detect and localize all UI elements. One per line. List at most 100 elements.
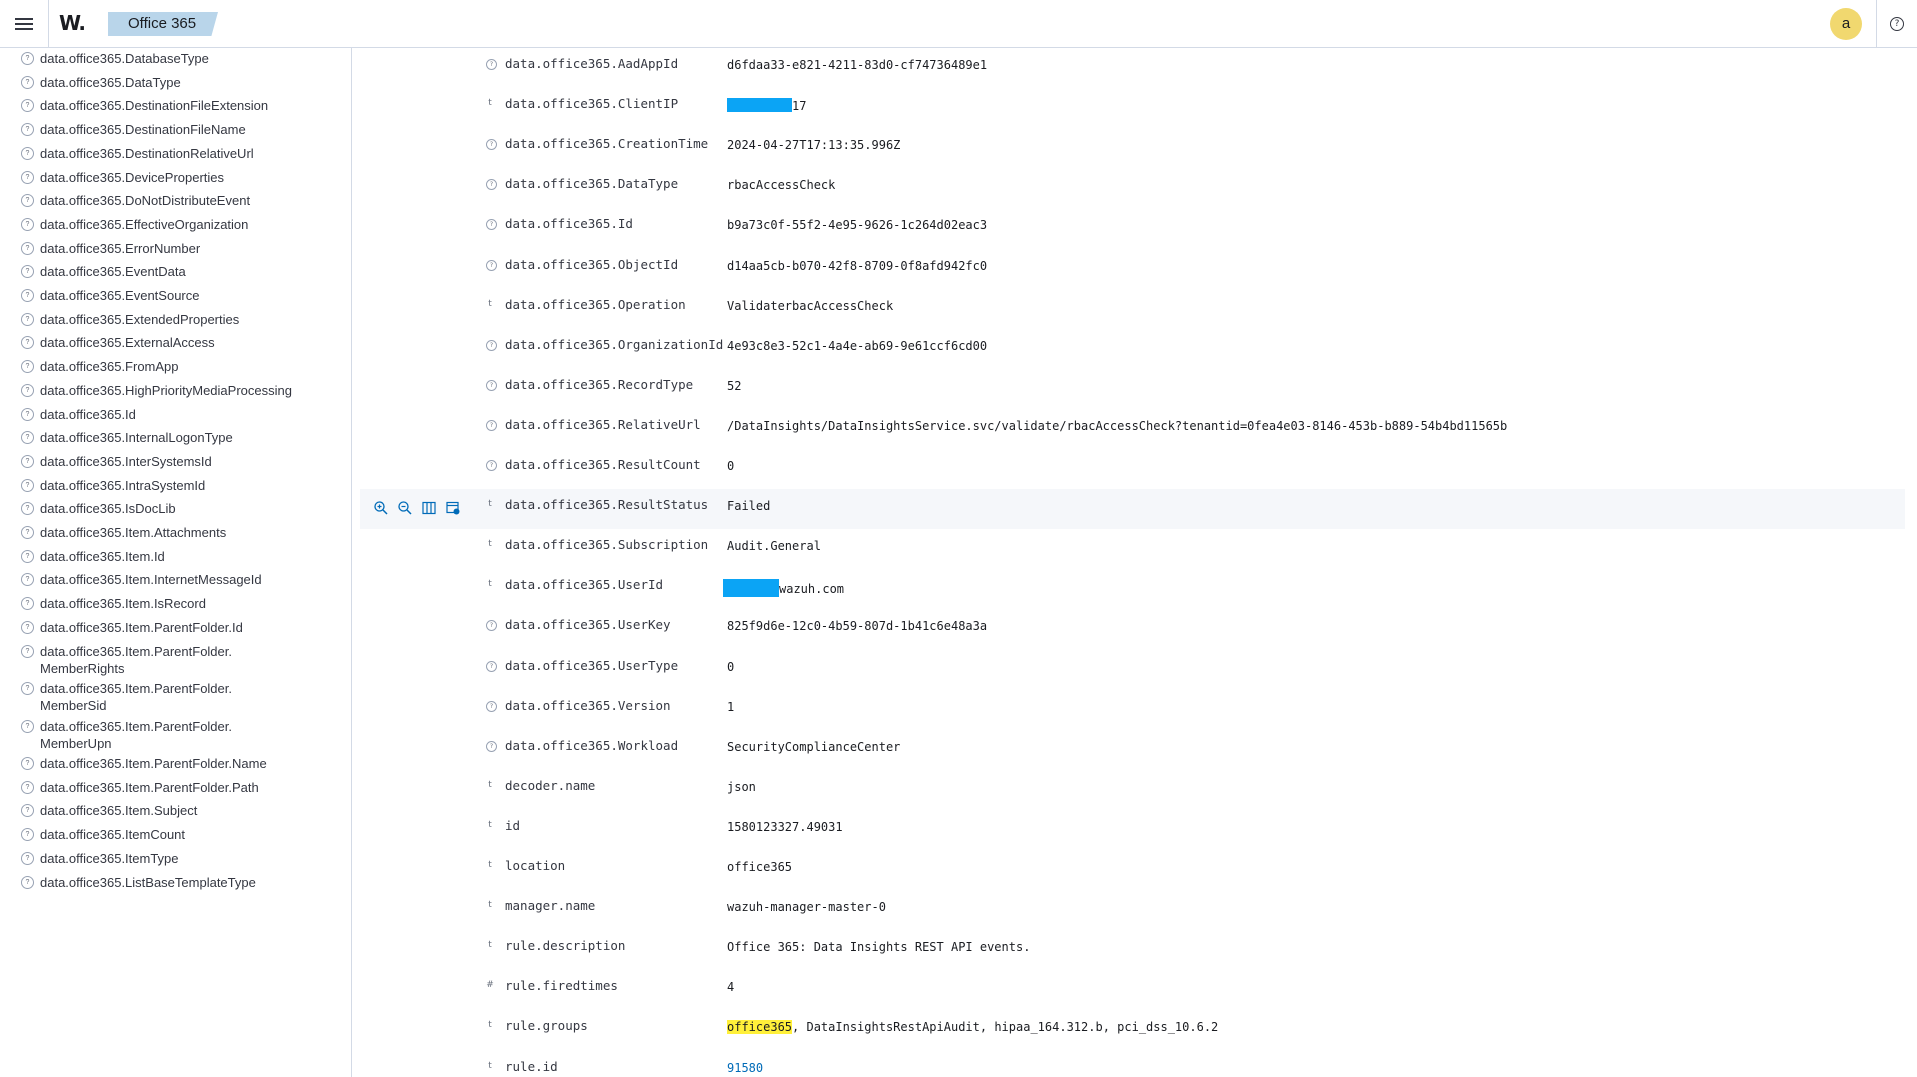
field-key: id	[505, 817, 521, 833]
doc-field-row: t rule.id 91580	[360, 1051, 1905, 1077]
field-value: 91580	[727, 1061, 763, 1075]
doc-field-row: t data.office365.ClientIP 17	[360, 88, 1905, 128]
field-value-text: 0	[727, 459, 735, 473]
field-key: data.office365.Operation	[505, 296, 686, 312]
string-type-icon: t	[488, 900, 492, 911]
doc-field-row: t location office365	[360, 850, 1905, 890]
help-icon[interactable]: ?	[1890, 17, 1904, 31]
field-value-text: json	[727, 779, 756, 794]
field-key: rule.groups	[505, 1018, 588, 1034]
sidebar-field-name: data.office365.EventData	[40, 264, 186, 280]
field-type-unknown-icon: ?	[21, 407, 34, 421]
doc-field-row: t id 1580123327.49031	[360, 810, 1905, 850]
hamburger-menu-icon[interactable]	[12, 12, 36, 36]
doc-field-row: ? data.office365.Version 1	[360, 690, 1905, 730]
field-type-unknown-icon: ?	[21, 804, 34, 818]
sidebar-field-name: data.office365.IsDocLib	[40, 501, 176, 517]
field-value: 17	[727, 98, 806, 113]
field-type-unknown-icon: ?	[21, 828, 34, 842]
toggle-column-icon[interactable]	[421, 500, 437, 516]
zoom-in-icon[interactable]	[373, 500, 389, 516]
field-value: json	[727, 780, 756, 794]
field-type-unknown-icon: ?	[21, 620, 34, 634]
doc-field-row: t data.office365.Subscription Audit.Genera…	[360, 529, 1905, 569]
doc-field-row: t data.office365.Operation ValidaterbacAcc…	[360, 289, 1905, 329]
field-value: office365	[727, 860, 792, 874]
field-type-unknown-icon: ?	[21, 383, 34, 397]
field-type-unknown-icon: ?	[21, 217, 34, 231]
doc-field-row: ? data.office365.Id b9a73c0f-55f2-4e95-962…	[360, 208, 1905, 248]
field-value-text: 52	[727, 378, 742, 393]
string-type-icon: t	[488, 98, 492, 109]
unknown-type-icon: ?	[486, 219, 497, 231]
sidebar-field-name: data.office365.Item.Attachments	[40, 525, 227, 540]
unknown-type-icon: ?	[486, 740, 497, 752]
field-type-unknown-icon: ?	[21, 644, 34, 658]
field-value: 2024-04-27T17:13:35.996Z	[727, 138, 900, 152]
field-key: rule.firedtimes	[505, 978, 618, 994]
doc-field-row: # rule.firedtimes 4	[360, 970, 1905, 1010]
filter-exists-icon[interactable]	[445, 500, 461, 516]
sidebar-field-name: data.office365.DataType	[40, 74, 181, 90]
field-value: Audit.General	[727, 539, 821, 553]
field-value: 4	[727, 980, 734, 994]
field-type-unknown-icon: ?	[21, 719, 34, 733]
doc-field-row: ? data.office365.CreationTime 2024-04-27T1…	[360, 128, 1905, 168]
field-value: Office 365: Data Insights REST API event…	[727, 940, 1030, 954]
doc-field-row: ? data.office365.RelativeUrl/DataInsights…	[360, 409, 1905, 449]
sidebar-field-name: data.office365.ExternalAccess	[40, 335, 215, 351]
string-type-icon: t	[488, 940, 492, 951]
field-value: 0	[727, 459, 734, 473]
field-key: rule.description	[505, 938, 626, 954]
field-key: rule.id	[505, 1058, 558, 1074]
field-type-unknown-icon: ?	[21, 241, 34, 255]
sidebar-field-name: data.office365.DeviceProperties	[40, 169, 225, 185]
field-value-text: d14aa5cb-b070-42f8-8709-0f8afd942fc0	[727, 258, 988, 273]
field-key: data.office365.ResultStatus	[505, 497, 709, 513]
field-value-text: ValidaterbacAccessCheck	[727, 298, 894, 313]
field-value: SecurityComplianceCenter	[727, 740, 900, 754]
field-value: 1580123327.49031	[727, 820, 843, 834]
field-type-unknown-icon: ?	[21, 123, 34, 137]
field-type-unknown-icon: ?	[21, 265, 34, 279]
field-value-text: b9a73c0f-55f2-4e95-9626-1c264d02eac3	[727, 218, 988, 233]
field-value-text: 1580123327.49031	[727, 819, 843, 834]
string-type-icon: t	[488, 819, 492, 830]
unknown-type-icon: ?	[486, 339, 497, 351]
sidebar-field-name: data.office365.IntraSystemId	[40, 477, 206, 493]
field-value: /DataInsights/DataInsightsService.svc/va…	[727, 419, 1507, 433]
sidebar-field-name: data.office365.Item.InternetMessageId	[40, 572, 262, 588]
wazuh-logo[interactable]: W.	[59, 11, 86, 35]
rule-id-link[interactable]: 91580	[727, 1061, 763, 1075]
field-value: 0	[727, 660, 734, 674]
field-value-text: office365	[727, 860, 793, 874]
sidebar-field-name: data.office365.Item.ParentFolder. Member…	[40, 718, 232, 751]
sidebar-field-name: data.office365.InternalLogonType	[40, 430, 233, 446]
field-type-unknown-icon: ?	[21, 75, 34, 89]
field-value: ValidaterbacAccessCheck	[727, 299, 893, 313]
field-value: wazuh-manager-master-0	[727, 900, 886, 914]
doc-field-row: ? data.office365.ResultCount 0	[360, 449, 1905, 489]
field-key: data.office365.AadAppId	[505, 56, 679, 71]
field-key: data.office365.UserKey	[505, 617, 671, 633]
breadcrumb-office365[interactable]: Office 365	[108, 12, 218, 36]
doc-field-row: t data.office365.UserId wazuh.com	[360, 569, 1905, 609]
zoom-out-icon[interactable]	[397, 500, 413, 516]
field-value: 1	[727, 700, 734, 714]
field-type-unknown-icon: ?	[21, 573, 34, 587]
sidebar-field-name: data.office365.ExtendedProperties	[40, 311, 240, 327]
doc-field-row: t manager.name wazuh-manager-master-0	[360, 890, 1905, 930]
doc-field-row: t decoder.name json	[360, 770, 1905, 810]
sidebar-field-name: data.office365.ItemType	[40, 850, 179, 866]
field-key: data.office365.CreationTime	[505, 136, 709, 152]
field-value-text: Audit.General	[727, 539, 821, 554]
field-value-text: rbacAccessCheck	[727, 178, 836, 193]
redacted-block	[723, 579, 779, 598]
field-value: office365, DataInsightsRestApiAudit, hip…	[727, 1020, 1218, 1035]
field-type-unknown-icon: ?	[21, 875, 34, 889]
sidebar-field-name: data.office365.Item.Id	[40, 548, 165, 564]
unknown-type-icon: ?	[486, 419, 497, 431]
field-value-text: 4	[727, 980, 735, 995]
sidebar-field-name: data.office365.Item.ParentFolder.Name	[40, 756, 267, 771]
user-avatar[interactable]: a	[1830, 8, 1862, 40]
